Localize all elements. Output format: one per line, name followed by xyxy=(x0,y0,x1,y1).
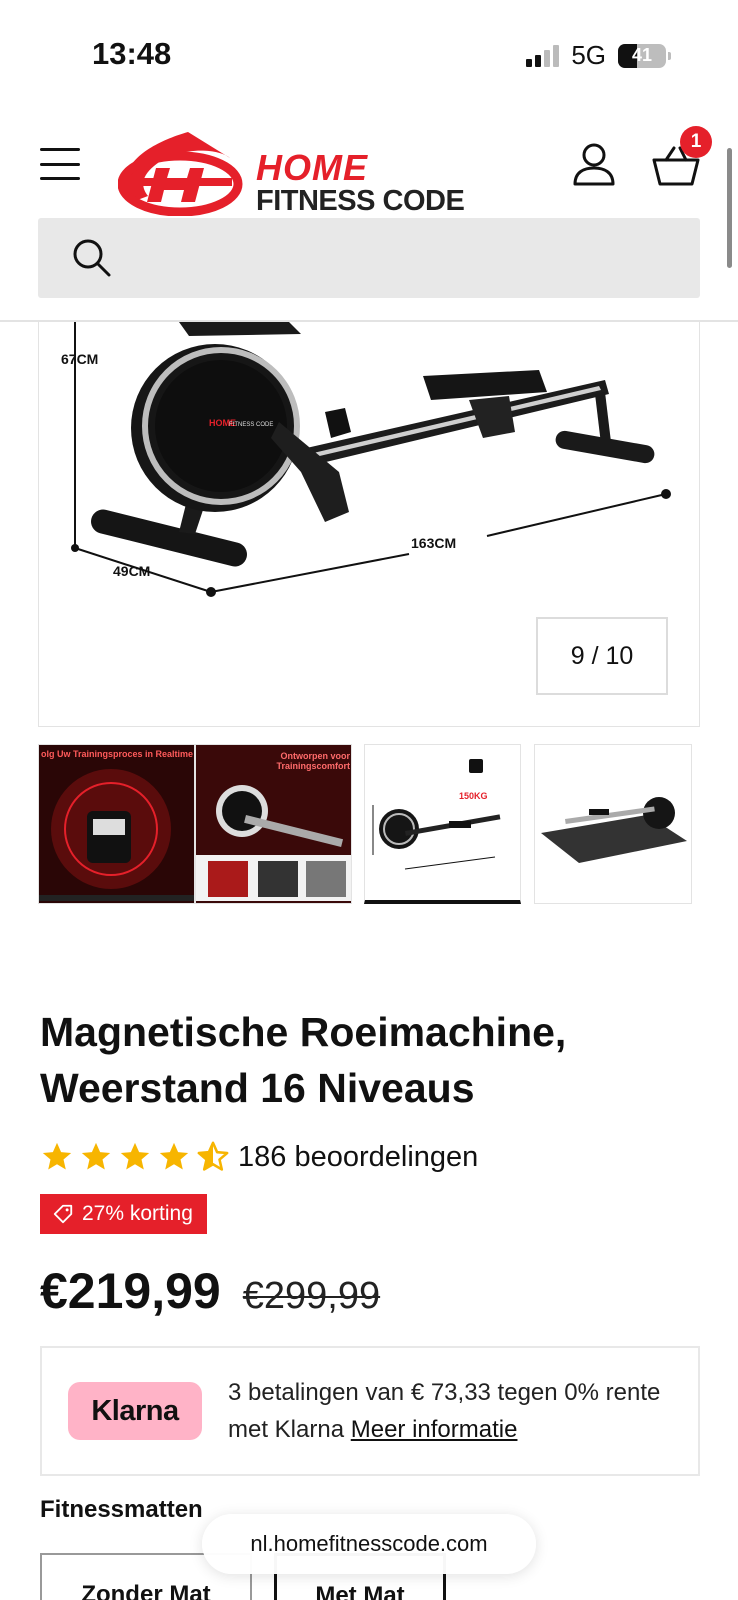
price-row: €219,99 €299,99 xyxy=(40,1262,380,1320)
logo-home-text: HOME xyxy=(256,147,368,188)
status-time: 13:48 xyxy=(92,36,172,71)
half-star-icon xyxy=(197,1141,229,1171)
discount-label: 27% korting xyxy=(82,1202,193,1225)
thumbnail-strip: olg Uw Trainingsproces in Realtime Ontwo… xyxy=(38,744,700,904)
svg-text:FITNESS CODE: FITNESS CODE xyxy=(229,422,273,428)
dim-length-label: 163CM xyxy=(411,535,456,551)
discount-badge: 27% korting xyxy=(40,1194,207,1234)
account-button[interactable] xyxy=(572,142,616,186)
battery-icon: 41 xyxy=(618,43,671,68)
network-type: 5G xyxy=(571,40,606,70)
star-rating xyxy=(40,1140,230,1174)
thumbnail-2-caption: Ontworpen voor Trainingscomfort xyxy=(276,751,350,771)
current-price: €219,99 xyxy=(40,1263,221,1319)
dim-height-label: 67CM xyxy=(61,351,98,367)
tag-icon xyxy=(53,1204,73,1224)
thumbnail-4[interactable] xyxy=(534,744,692,904)
product-title: Magnetische Roeimachine, Weerstand 16 Ni… xyxy=(40,1009,567,1111)
cart-count-badge: 1 xyxy=(680,126,712,158)
variant-group-title: Fitnessmatten xyxy=(40,1496,203,1523)
site-header: HOME FITNESS CODE 1 xyxy=(0,110,738,322)
product-rating[interactable]: 186 beoordelingen xyxy=(40,1140,478,1174)
klarna-logo: Klarna xyxy=(68,1382,202,1440)
klarna-more-info-link[interactable]: Meer informatie xyxy=(351,1416,518,1443)
old-price: €299,99 xyxy=(242,1275,381,1317)
thumbnail-3[interactable]: 150KG xyxy=(364,744,521,904)
klarna-payment-info: Klarna 3 betalingen van € 73,33 tegen 0%… xyxy=(40,1346,700,1476)
search-icon[interactable] xyxy=(72,238,112,278)
klarna-text: 3 betalingen van € 73,33 tegen 0% rente … xyxy=(228,1374,678,1448)
status-bar: 13:48 5G 41 xyxy=(0,0,738,100)
browser-url-bar[interactable]: nl.homefitnesscode.com xyxy=(202,1514,536,1574)
logo-fitness-code-text: FITNESS CODE xyxy=(256,185,465,217)
star-icon xyxy=(42,1142,72,1170)
dim-width-label: 49CM xyxy=(113,563,150,579)
scrollbar[interactable] xyxy=(727,148,732,268)
thumbnail-1-caption: olg Uw Trainingsproces in Realtime xyxy=(41,749,194,759)
star-icon xyxy=(81,1142,111,1170)
user-icon xyxy=(573,143,615,186)
thumbnail-2[interactable]: Ontworpen voor Trainingscomfort xyxy=(195,744,352,904)
star-icon xyxy=(120,1142,150,1170)
status-icons: 5G 41 xyxy=(526,40,671,71)
battery-level: 41 xyxy=(631,45,653,65)
signal-icon xyxy=(526,44,560,67)
thumbnail-1[interactable]: olg Uw Trainingsproces in Realtime xyxy=(38,744,195,904)
star-icon xyxy=(159,1142,189,1170)
search-input[interactable] xyxy=(128,218,688,298)
search-bar[interactable] xyxy=(38,218,700,298)
site-logo[interactable]: HOME FITNESS CODE xyxy=(117,124,498,217)
review-count[interactable]: 186 beoordelingen xyxy=(238,1141,478,1174)
logo-mark-icon xyxy=(117,132,243,217)
menu-button[interactable] xyxy=(40,148,80,180)
thumbnail-3-caption: 150KG xyxy=(459,791,488,801)
image-counter: 9 / 10 xyxy=(536,617,668,695)
